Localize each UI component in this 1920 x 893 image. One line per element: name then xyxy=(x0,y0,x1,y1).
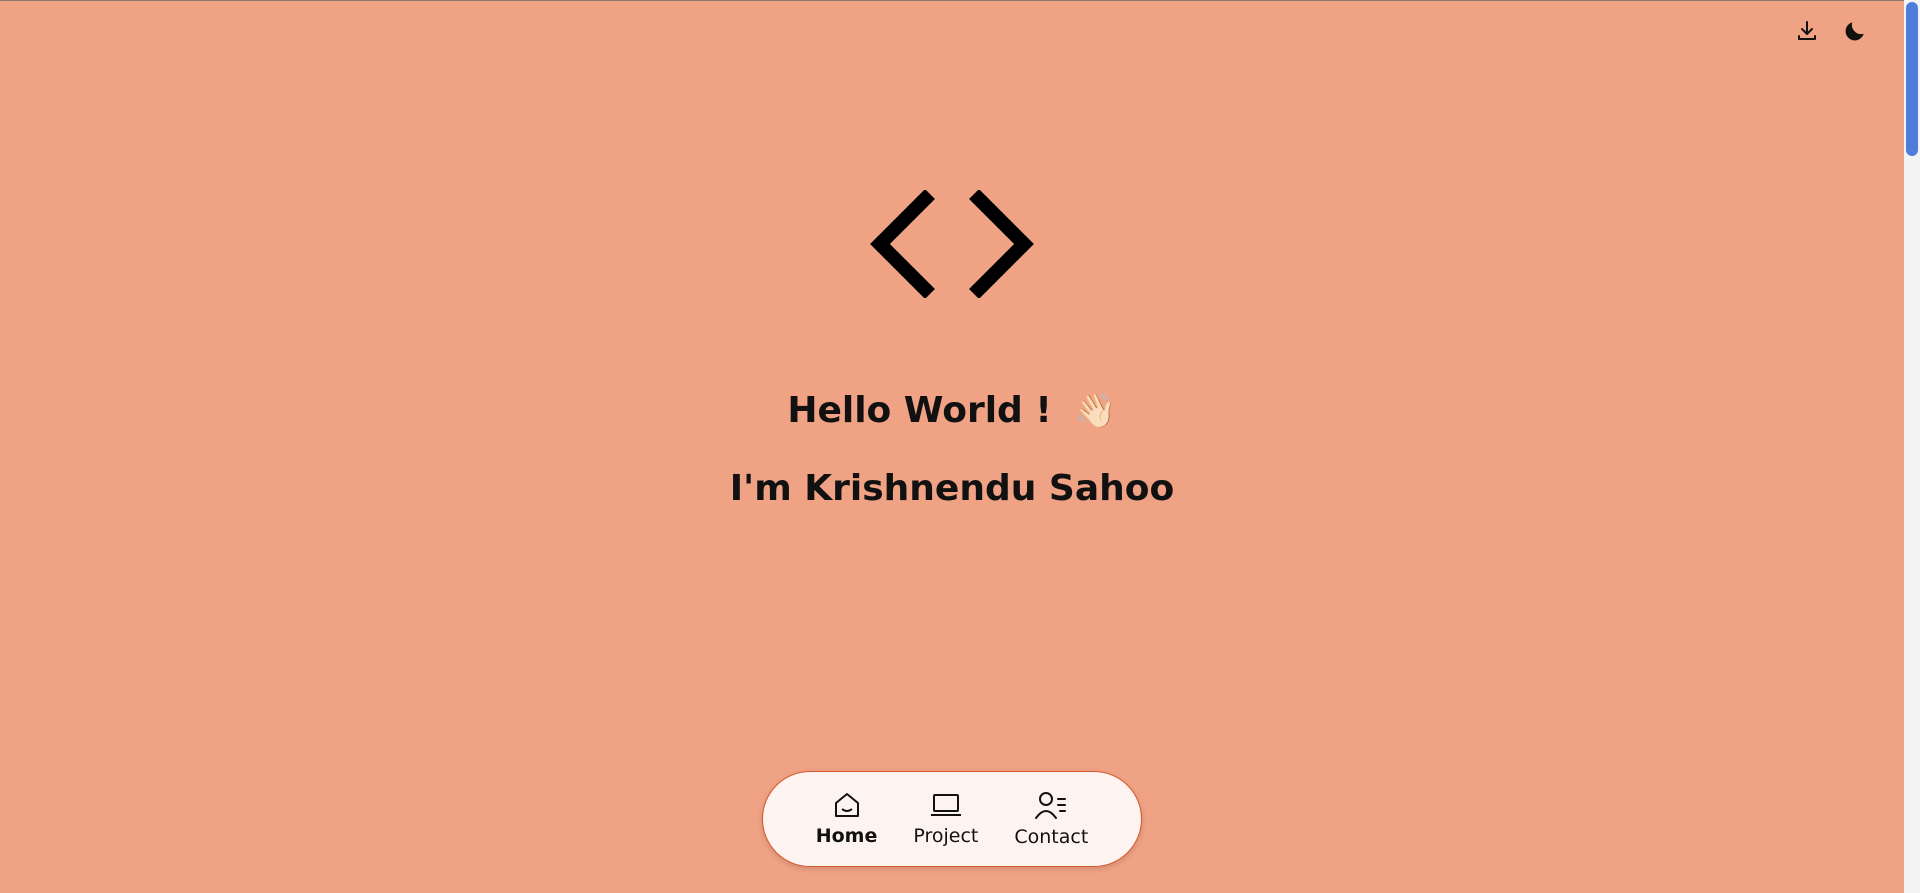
moon-icon[interactable] xyxy=(1842,18,1868,44)
code-brackets-icon xyxy=(866,189,1038,299)
name-heading: I'm Krishnendu Sahoo xyxy=(729,468,1175,509)
greeting-heading: Hello World ! 👋🏻 xyxy=(0,390,1904,431)
page: Hello World ! 👋🏻 I'm Krishnendu Sahoo Ho… xyxy=(0,0,1904,893)
scrollbar[interactable] xyxy=(1904,0,1920,893)
waving-hand-icon: 👋🏻 xyxy=(1074,391,1117,431)
contact-icon xyxy=(1035,792,1067,819)
nav-item-label: Project xyxy=(913,825,979,847)
scrollbar-thumb[interactable] xyxy=(1906,2,1918,156)
nav-item-home[interactable]: Home xyxy=(815,791,878,847)
laptop-icon xyxy=(930,794,961,816)
greeting-text: Hello World ! xyxy=(787,390,1052,431)
nav-item-project[interactable]: Project xyxy=(913,791,978,847)
download-icon[interactable] xyxy=(1794,18,1820,44)
bottom-navbar: Home Project Contact xyxy=(762,771,1142,867)
top-actions xyxy=(1794,18,1868,44)
top-border xyxy=(0,0,1904,1)
nav-item-label: Contact xyxy=(1014,826,1089,848)
nav-item-contact[interactable]: Contact xyxy=(1014,790,1088,848)
home-icon xyxy=(834,793,859,817)
nav-item-label: Home xyxy=(815,825,878,847)
